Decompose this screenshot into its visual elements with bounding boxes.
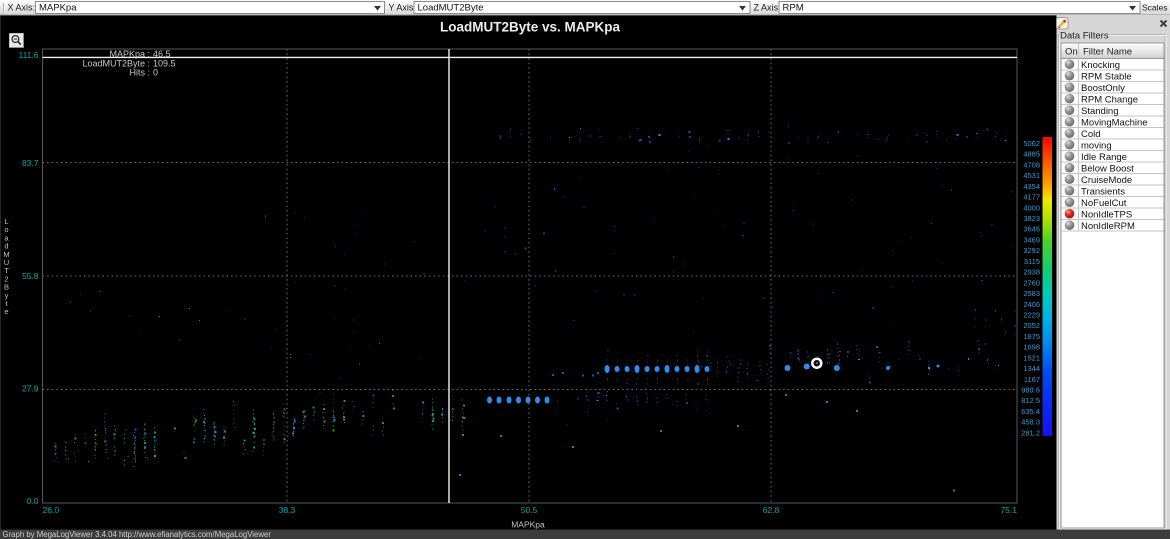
svg-text:1167: 1167 [1024, 375, 1040, 384]
svg-text:1344: 1344 [1023, 364, 1040, 373]
svg-text:1698: 1698 [1023, 343, 1040, 352]
svg-text:Below Boost: Below Boost [1081, 163, 1134, 174]
svg-text:635.4: 635.4 [1021, 407, 1040, 416]
svg-text:989.6: 989.6 [1021, 386, 1040, 395]
svg-text:26.0: 26.0 [43, 505, 60, 515]
svg-text:50.5: 50.5 [521, 505, 538, 515]
svg-text:4354: 4354 [1023, 182, 1040, 191]
svg-text:MAPKpa: MAPKpa [39, 3, 77, 14]
svg-text:4531: 4531 [1023, 171, 1040, 180]
svg-text:MovingMachine: MovingMachine [1081, 117, 1148, 128]
svg-text:3469: 3469 [1023, 236, 1040, 245]
svg-text:NonIdleRPM: NonIdleRPM [1081, 221, 1135, 232]
svg-text:LoadMUT2Byte: LoadMUT2Byte [418, 3, 484, 14]
svg-text:2760: 2760 [1023, 278, 1040, 287]
svg-text:Standing: Standing [1081, 106, 1119, 117]
svg-text:Filter Name: Filter Name [1083, 47, 1132, 58]
svg-text:RPM Change: RPM Change [1081, 94, 1138, 105]
svg-text:111.6: 111.6 [18, 50, 38, 60]
svg-text:55.8: 55.8 [22, 271, 39, 281]
svg-text:1521: 1521 [1023, 353, 1040, 362]
svg-text:Y Axis:: Y Axis: [389, 3, 416, 13]
svg-text:3823: 3823 [1023, 214, 1040, 223]
svg-text:27.9: 27.9 [22, 384, 39, 394]
svg-text:CruiseMode: CruiseMode [1081, 175, 1132, 186]
svg-text:62.8: 62.8 [763, 505, 780, 515]
svg-text:Data Filters: Data Filters [1060, 31, 1109, 42]
svg-text:LoadMUT2Byte vs. MAPKpa: LoadMUT2Byte vs. MAPKpa [440, 20, 621, 35]
svg-text:2229: 2229 [1023, 311, 1040, 320]
svg-text:Transients: Transients [1081, 186, 1125, 197]
svg-text:RPM Stable: RPM Stable [1081, 71, 1132, 82]
svg-text:0: 0 [153, 67, 158, 77]
svg-text:NoFuelCut: NoFuelCut [1081, 198, 1127, 209]
svg-text:458.3: 458.3 [1021, 418, 1040, 427]
svg-text:e: e [4, 307, 8, 316]
svg-text:281.2: 281.2 [1021, 428, 1040, 437]
svg-text:75.1: 75.1 [1000, 505, 1017, 515]
svg-text:4000: 4000 [1023, 203, 1040, 212]
svg-text:0.0: 0.0 [27, 496, 39, 506]
svg-text:1875: 1875 [1023, 332, 1040, 341]
svg-text:812.5: 812.5 [1021, 396, 1040, 405]
svg-text:X Axis:: X Axis: [8, 3, 36, 13]
svg-text:2406: 2406 [1023, 300, 1040, 309]
svg-text:RPM: RPM [783, 3, 804, 14]
svg-text:Cold: Cold [1081, 129, 1101, 140]
svg-text:NonIdleTPS: NonIdleTPS [1081, 209, 1132, 220]
svg-text:2052: 2052 [1023, 321, 1040, 330]
svg-text:3115: 3115 [1024, 257, 1040, 266]
svg-text:Graph by MegaLogViewer 3.4.04: Graph by MegaLogViewer 3.4.04 http://www… [3, 530, 272, 539]
svg-text:MAPKpa: MAPKpa [511, 520, 545, 530]
svg-text:Z Axis:: Z Axis: [754, 3, 781, 13]
svg-text:38.3: 38.3 [279, 505, 296, 515]
svg-text:3646: 3646 [1023, 225, 1040, 234]
svg-text:4885: 4885 [1023, 150, 1040, 159]
svg-text:83.7: 83.7 [22, 158, 39, 168]
svg-text:2938: 2938 [1023, 268, 1040, 277]
svg-text:Hits :: Hits : [129, 67, 150, 77]
svg-text:5062: 5062 [1023, 139, 1040, 148]
svg-text:Idle Range: Idle Range [1081, 152, 1127, 163]
svg-text:Scales: Scales [1142, 3, 1168, 13]
svg-text:BoostOnly: BoostOnly [1081, 83, 1125, 94]
svg-text:On: On [1065, 47, 1078, 58]
svg-text:2583: 2583 [1023, 289, 1040, 298]
svg-text:moving: moving [1081, 140, 1112, 151]
svg-text:3292: 3292 [1023, 246, 1040, 255]
svg-text:Knocking: Knocking [1081, 60, 1120, 71]
svg-text:4708: 4708 [1023, 160, 1040, 169]
svg-text:4177: 4177 [1023, 193, 1040, 202]
